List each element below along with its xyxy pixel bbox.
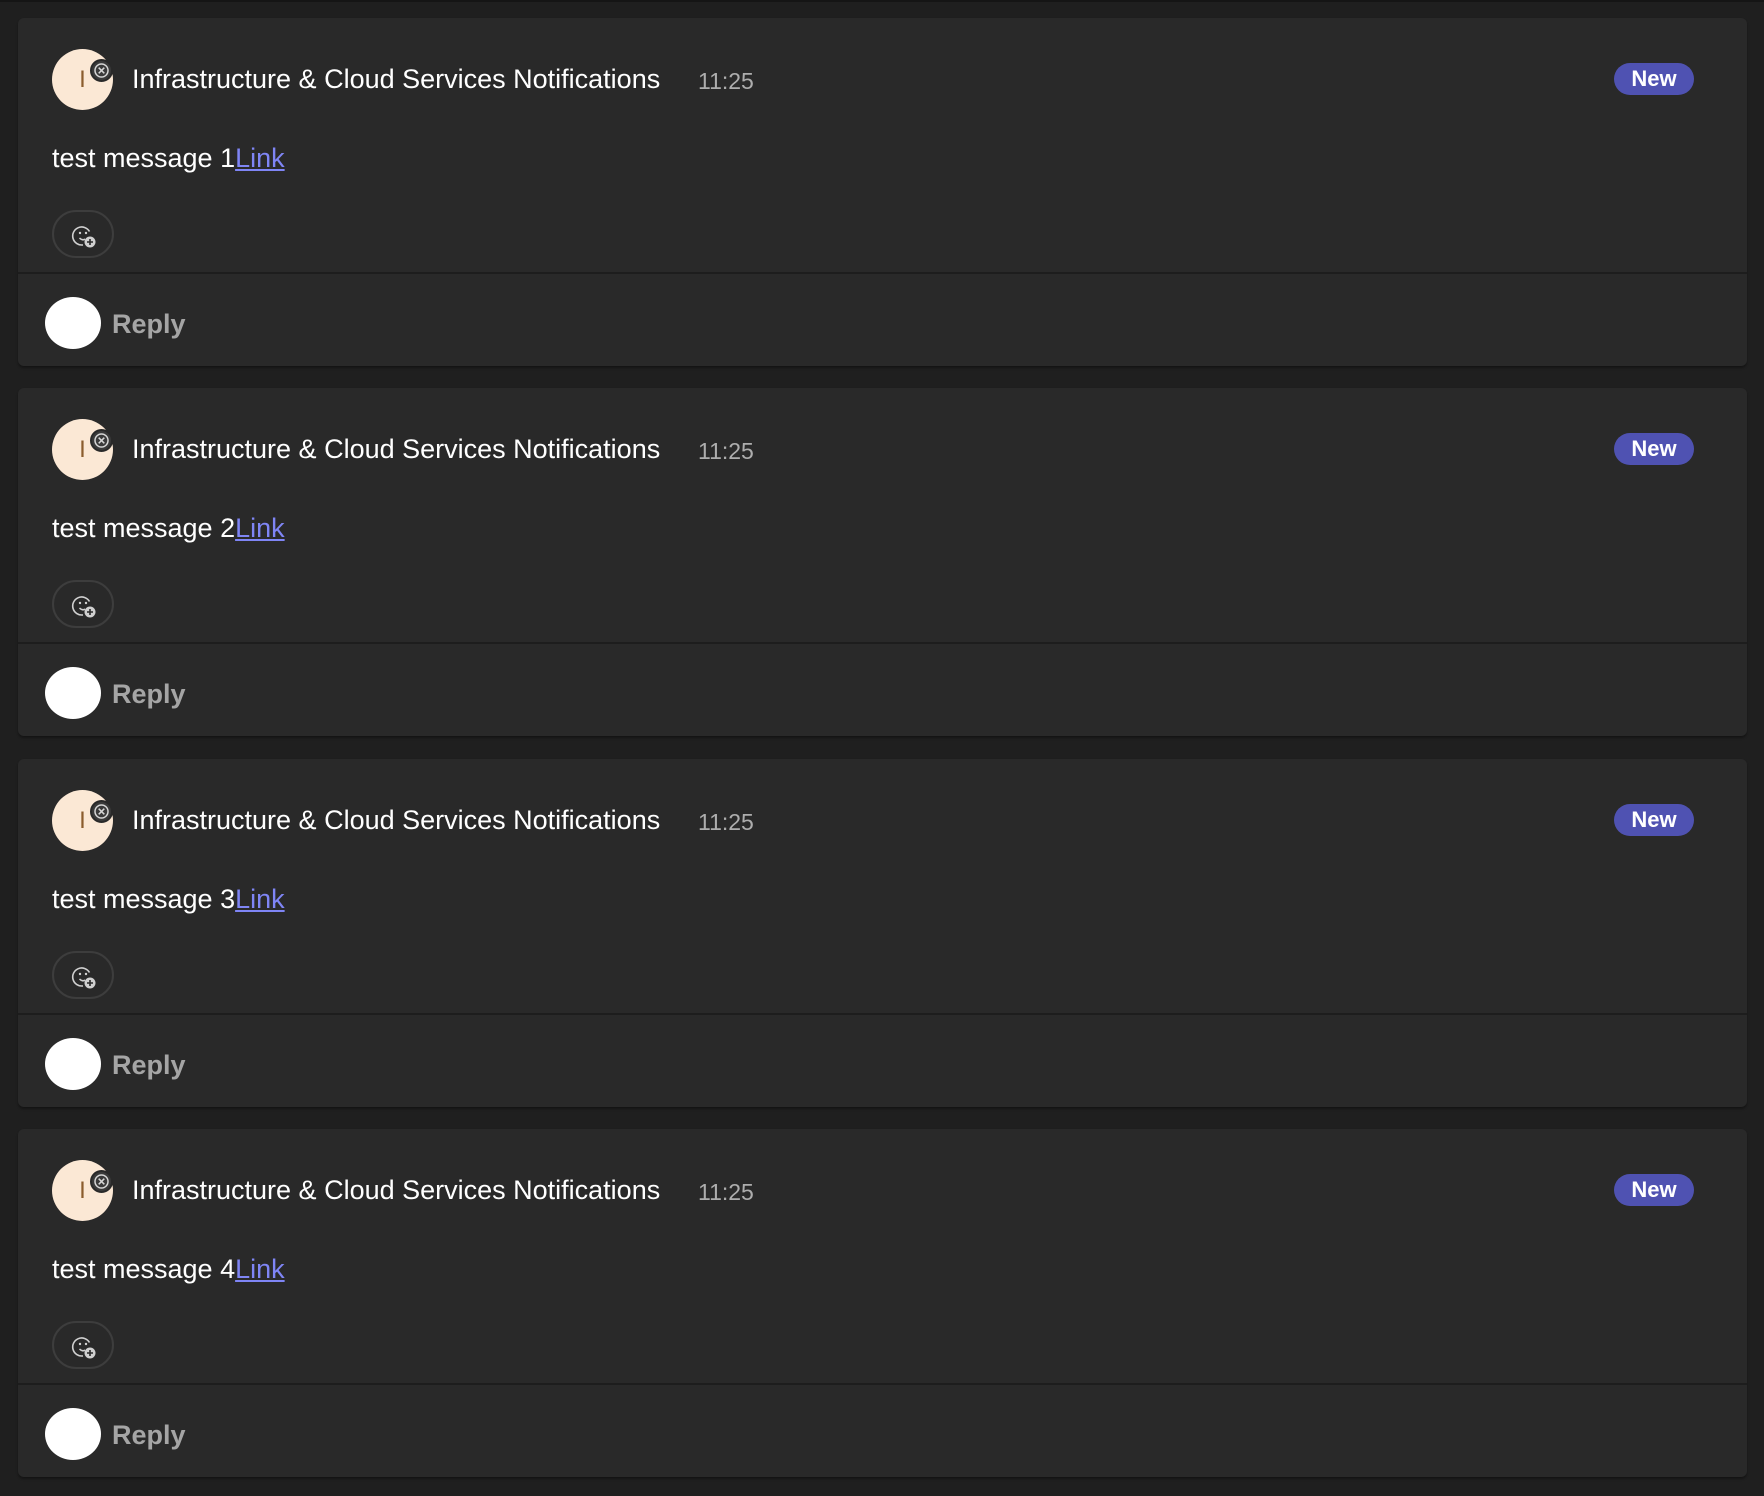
message-link[interactable]: Link	[235, 513, 285, 543]
reply-button[interactable]: Reply	[112, 1050, 186, 1081]
new-badge: New	[1614, 63, 1694, 95]
reply-row[interactable]: Reply	[18, 644, 1747, 736]
message-area: I Infrastructure & Cloud Services Notifi…	[18, 18, 1747, 274]
message-card: I Infrastructure & Cloud Services Notifi…	[18, 759, 1747, 1107]
presence-offline-icon	[90, 1170, 113, 1193]
message-text: test message 1	[52, 143, 236, 173]
new-badge: New	[1614, 804, 1694, 836]
reply-button[interactable]: Reply	[112, 309, 186, 340]
message-card: I Infrastructure & Cloud Services Notifi…	[18, 18, 1747, 366]
message-body: test message 4Link	[52, 1254, 285, 1285]
sender-name[interactable]: Infrastructure & Cloud Services Notifica…	[132, 1175, 660, 1206]
presence-offline-icon	[90, 429, 113, 452]
message-card: I Infrastructure & Cloud Services Notifi…	[18, 1129, 1747, 1477]
avatar	[45, 1038, 101, 1090]
reply-button[interactable]: Reply	[112, 1420, 186, 1451]
message-body: test message 2Link	[52, 513, 285, 544]
new-badge: New	[1614, 1174, 1694, 1206]
reply-row[interactable]: Reply	[18, 1015, 1747, 1107]
add-reaction-icon	[71, 226, 96, 248]
add-reaction-icon	[71, 596, 96, 618]
sender-name[interactable]: Infrastructure & Cloud Services Notifica…	[132, 64, 660, 95]
message-link[interactable]: Link	[235, 884, 285, 914]
timestamp: 11:25	[698, 68, 754, 94]
reply-row[interactable]: Reply	[18, 274, 1747, 366]
message-link[interactable]: Link	[235, 1254, 285, 1284]
sender-name[interactable]: Infrastructure & Cloud Services Notifica…	[132, 805, 660, 836]
avatar	[45, 1408, 101, 1460]
message-link[interactable]: Link	[235, 143, 285, 173]
message-body: test message 3Link	[52, 884, 285, 915]
message-text: test message 3	[52, 884, 236, 914]
add-reaction-button[interactable]	[52, 210, 114, 258]
message-text: test message 2	[52, 513, 236, 543]
message-area: I Infrastructure & Cloud Services Notifi…	[18, 1129, 1747, 1385]
presence-offline-icon	[90, 59, 113, 82]
timestamp: 11:25	[698, 809, 754, 835]
timestamp: 11:25	[698, 1179, 754, 1205]
avatar	[45, 297, 101, 349]
add-reaction-button[interactable]	[52, 951, 114, 999]
message-text: test message 4	[52, 1254, 236, 1284]
timestamp: 11:25	[698, 438, 754, 464]
reply-row[interactable]: Reply	[18, 1385, 1747, 1477]
presence-offline-icon	[90, 800, 113, 823]
message-body: test message 1Link	[52, 143, 285, 174]
message-area: I Infrastructure & Cloud Services Notifi…	[18, 388, 1747, 644]
add-reaction-button[interactable]	[52, 580, 114, 628]
message-feed: I Infrastructure & Cloud Services Notifi…	[0, 0, 1764, 1496]
add-reaction-button[interactable]	[52, 1321, 114, 1369]
add-reaction-icon	[71, 1337, 96, 1359]
add-reaction-icon	[71, 967, 96, 989]
avatar	[45, 667, 101, 719]
message-area: I Infrastructure & Cloud Services Notifi…	[18, 759, 1747, 1015]
new-badge: New	[1614, 433, 1694, 465]
reply-button[interactable]: Reply	[112, 679, 186, 710]
sender-name[interactable]: Infrastructure & Cloud Services Notifica…	[132, 434, 660, 465]
message-card: I Infrastructure & Cloud Services Notifi…	[18, 388, 1747, 736]
